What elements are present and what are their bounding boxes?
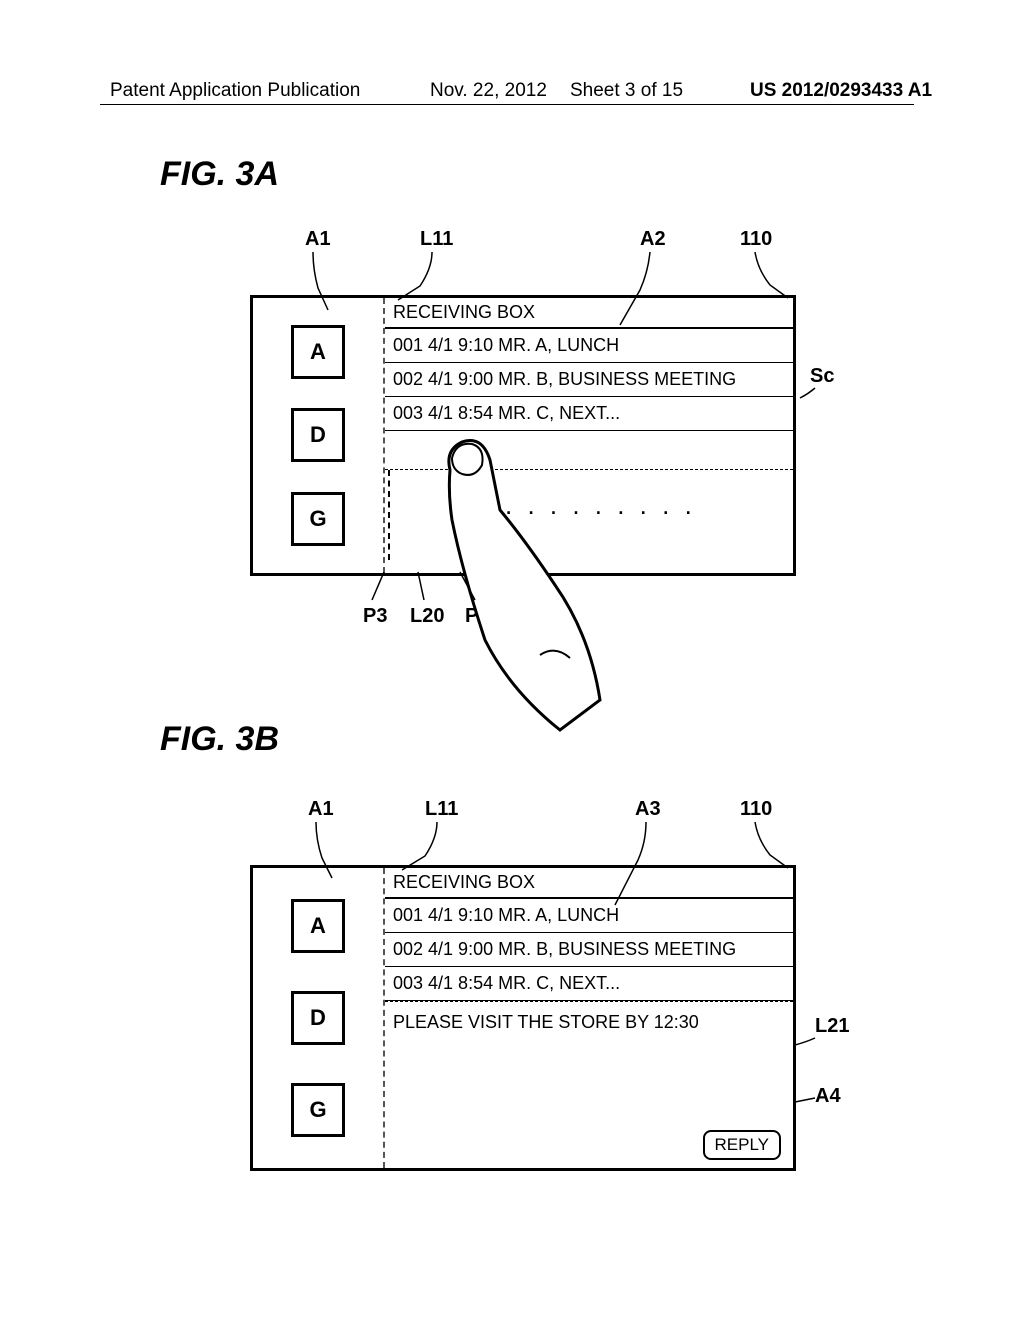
fig-3b-sidebar: A D G [253, 868, 385, 1168]
callout-110-b: 110 [740, 798, 772, 821]
header-rule [100, 104, 914, 105]
finger-icon [390, 430, 640, 740]
detail-text: PLEASE VISIT THE STORE BY 12:30 [393, 1012, 699, 1032]
list-row-003[interactable]: 003 4/1 8:54 MR. C, NEXT... [385, 397, 793, 431]
publication-number: US 2012/0293433 A1 [750, 80, 932, 102]
sheet-number: Sheet 3 of 15 [570, 80, 683, 102]
callout-a2: A2 [640, 228, 666, 251]
callout-a4: A4 [815, 1085, 841, 1108]
fig-3a-title: FIG. 3A [160, 155, 279, 194]
sidebar-btn-g-b[interactable]: G [291, 1083, 345, 1137]
fig-3a-sidebar: A D G [253, 298, 385, 573]
reply-button[interactable]: REPLY [703, 1130, 782, 1160]
fig-3b-screen: A D G RECEIVING BOX 001 4/1 9:10 MR. A, … [250, 865, 796, 1171]
list-row-002-b[interactable]: 002 4/1 9:00 MR. B, BUSINESS MEETING [385, 933, 793, 967]
sidebar-btn-d[interactable]: D [291, 408, 345, 462]
callout-a3: A3 [635, 798, 661, 821]
callout-l21: L21 [815, 1015, 849, 1038]
callout-a1: A1 [305, 228, 331, 251]
callout-sc: Sc [810, 365, 834, 388]
screen-title-b: RECEIVING BOX [385, 868, 793, 899]
publication-label: Patent Application Publication [110, 80, 360, 102]
fig-3b-title: FIG. 3B [160, 720, 279, 759]
row-text: 001 4/1 9:10 MR. A, LUNCH [393, 335, 619, 355]
list-row-002[interactable]: 002 4/1 9:00 MR. B, BUSINESS MEETING [385, 363, 793, 397]
list-row-001-b[interactable]: 001 4/1 9:10 MR. A, LUNCH [385, 899, 793, 933]
list-row-003-b[interactable]: 003 4/1 8:54 MR. C, NEXT... [385, 967, 793, 1001]
callout-l11: L11 [420, 228, 453, 251]
list-row-001[interactable]: 001 4/1 9:10 MR. A, LUNCH [385, 329, 793, 363]
callout-p3: P3 [363, 605, 387, 628]
callout-a1-b: A1 [308, 798, 334, 821]
sidebar-btn-d-b[interactable]: D [291, 991, 345, 1045]
detail-pane: PLEASE VISIT THE STORE BY 12:30 REPLY [385, 1001, 793, 1168]
screen-title: RECEIVING BOX [385, 298, 793, 329]
callout-l11-b: L11 [425, 798, 458, 821]
sidebar-btn-a[interactable]: A [291, 325, 345, 379]
row-text: 001 4/1 9:10 MR. A, LUNCH [393, 905, 619, 925]
publication-date: Nov. 22, 2012 [430, 80, 547, 102]
callout-110: 110 [740, 228, 772, 251]
sidebar-btn-g[interactable]: G [291, 492, 345, 546]
sidebar-btn-a-b[interactable]: A [291, 899, 345, 953]
fig-3b-main: RECEIVING BOX 001 4/1 9:10 MR. A, LUNCH … [385, 868, 793, 1168]
